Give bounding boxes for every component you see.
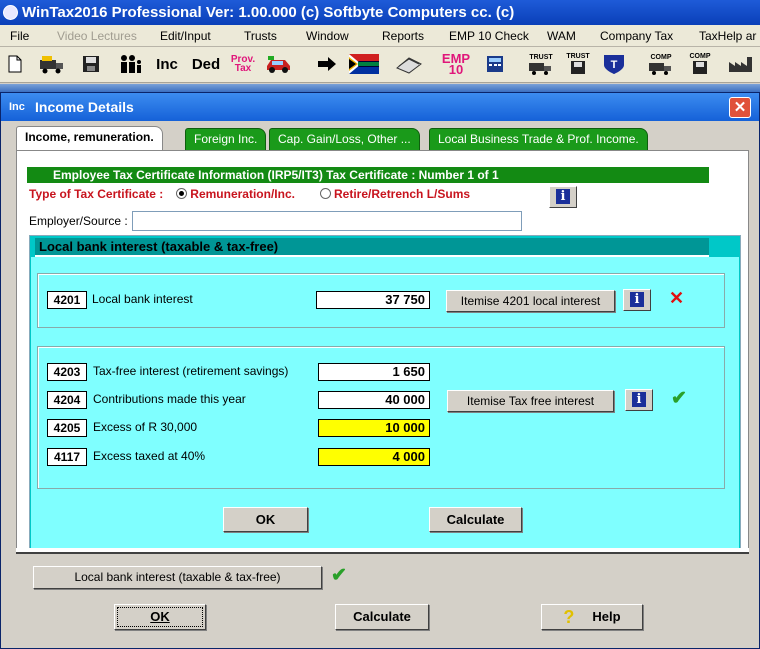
question-icon: ? [563,607,575,627]
trust-shield-icon[interactable]: T [600,52,628,76]
sa-flag-icon[interactable] [348,52,380,76]
family-icon[interactable] [118,52,144,76]
tab-local-business-income[interactable]: Local Business Trade & Prof. Income. [429,128,648,150]
tax-free-info-button[interactable]: i [625,389,653,411]
bank-interest-section-title: Local bank interest (taxable & tax-free) [35,238,709,257]
tax-certificate-header: Employee Tax Certificate Information (IR… [27,167,709,183]
car-icon[interactable] [264,52,294,76]
save-disk-icon[interactable] [80,52,102,76]
new-file-icon[interactable] [6,52,24,76]
tax-free-interest-label: Tax-free interest (retirement savings) [93,364,289,378]
excess-taxed-value: 4 000 [318,448,430,466]
income-details-dialog: Inc Income Details ✕ Income, remuneratio… [0,92,760,649]
local-interest-input[interactable]: 37 750 [316,291,430,309]
checkmark-icon: ✔ [671,388,687,409]
menu-file[interactable]: File [10,29,29,43]
excess-30000-label: Excess of R 30,000 [93,420,198,434]
trust-label: TRUST [529,53,553,61]
emp10-tool-button[interactable]: EMP 10 [442,52,470,76]
app-logo-icon [3,5,18,20]
calculator-icon[interactable] [484,52,506,76]
trust-save-icon[interactable]: TRUST [564,52,592,76]
tab-capital-gain-loss[interactable]: Cap. Gain/Loss, Other ... [269,128,420,150]
help-button[interactable]: ? Help [541,604,643,630]
ok-button[interactable]: OK [114,604,206,630]
help-button-label: Help [592,609,621,624]
app-title-bar: WinTax2016 Professional Ver: 1.00.000 (c… [0,0,760,25]
certificate-type-row: Type of Tax Certificate : Remuneration/I… [29,187,470,201]
local-interest-label: Local bank interest [92,292,193,306]
background-band [0,84,760,92]
arrow-right-icon[interactable] [316,52,338,76]
comp-label: COMP [650,53,672,61]
menu-wam[interactable]: WAM [547,29,576,43]
calculate-button[interactable]: Calculate [335,604,429,630]
radio-remuneration-label[interactable]: Remuneration/Inc. [190,187,295,201]
dialog-title-bar: Inc Income Details ✕ [1,93,759,121]
menu-taxhelp[interactable]: TaxHelp ar [699,29,756,43]
close-icon[interactable]: ✕ [729,97,751,118]
itemise-tax-free-button[interactable]: Itemise Tax free interest [447,390,614,412]
contributions-input[interactable]: 40 000 [318,391,430,409]
info-icon: i [556,189,570,204]
ok-button-label: OK [150,609,170,624]
deductions-tool-button[interactable]: Ded [190,52,222,76]
open-truck-icon[interactable] [38,52,66,76]
income-icon: Inc [9,101,25,113]
prov-tax-tool-button[interactable]: Prov. Tax [228,52,258,76]
books-icon[interactable] [394,52,424,76]
inner-ok-button[interactable]: OK [223,507,308,532]
radio-retire-retrench-label[interactable]: Retire/Retrench L/Sums [334,187,470,201]
local-bank-interest-summary-button[interactable]: Local bank interest (taxable & tax-free) [33,566,322,589]
inner-calculate-button[interactable]: Calculate [429,507,522,532]
certificate-info-button[interactable]: i [549,186,577,208]
tab-income-remuneration[interactable]: Income, remuneration. [16,126,163,151]
radio-retire-retrench[interactable] [319,188,331,199]
code-4204: 4204 [47,391,87,409]
code-4201: 4201 [47,291,87,309]
cross-icon: ✕ [669,288,685,308]
radio-remuneration[interactable] [175,188,187,199]
info-icon: i [632,392,646,407]
itemise-4201-button[interactable]: Itemise 4201 local interest [446,290,615,312]
svg-text:T: T [611,59,618,71]
checkmark-icon: ✔ [331,565,347,586]
menu-bar: File Video Lectures Edit/Input Trusts Wi… [0,25,760,47]
employer-source-label: Employer/Source : [29,214,128,228]
comp-label: COMP [689,53,711,60]
menu-window[interactable]: Window [306,29,349,43]
tab-panel-bottom [16,548,749,554]
employer-source-input[interactable] [132,211,522,231]
code-4203: 4203 [47,363,87,381]
trust-label: TRUST [566,53,590,60]
trust-open-icon[interactable]: TRUST [526,52,556,76]
calculate-button-label: Calculate [353,609,411,624]
code-4117: 4117 [47,448,87,466]
toolbar: Inc Ded Prov. Tax EMP 10 TRUST TRUST T C… [0,47,760,83]
tab-foreign-income[interactable]: Foreign Inc. [185,128,267,150]
code-4205: 4205 [47,419,87,437]
menu-company-tax[interactable]: Company Tax [600,29,673,43]
info-icon: i [630,292,644,307]
local-interest-info-button[interactable]: i [623,289,651,311]
excess-taxed-label: Excess taxed at 40% [93,449,206,463]
income-tool-button[interactable]: Inc [153,52,181,76]
menu-reports[interactable]: Reports [382,29,424,43]
menu-emp10-check[interactable]: EMP 10 Check [449,29,529,43]
tax-free-interest-input[interactable]: 1 650 [318,363,430,381]
app-title: WinTax2016 Professional Ver: 1.00.000 (c… [22,4,515,21]
contributions-label: Contributions made this year [93,392,246,406]
menu-video-lectures[interactable]: Video Lectures [57,29,137,43]
menu-trusts[interactable]: Trusts [244,29,277,43]
menu-edit-input[interactable]: Edit/Input [160,29,211,43]
excess-30000-value: 10 000 [318,419,430,437]
factory-icon[interactable] [726,52,756,76]
company-save-icon[interactable]: COMP [686,52,714,76]
company-open-icon[interactable]: COMP [646,52,676,76]
certificate-type-label: Type of Tax Certificate : [29,187,164,201]
dialog-title: Income Details [35,99,134,115]
